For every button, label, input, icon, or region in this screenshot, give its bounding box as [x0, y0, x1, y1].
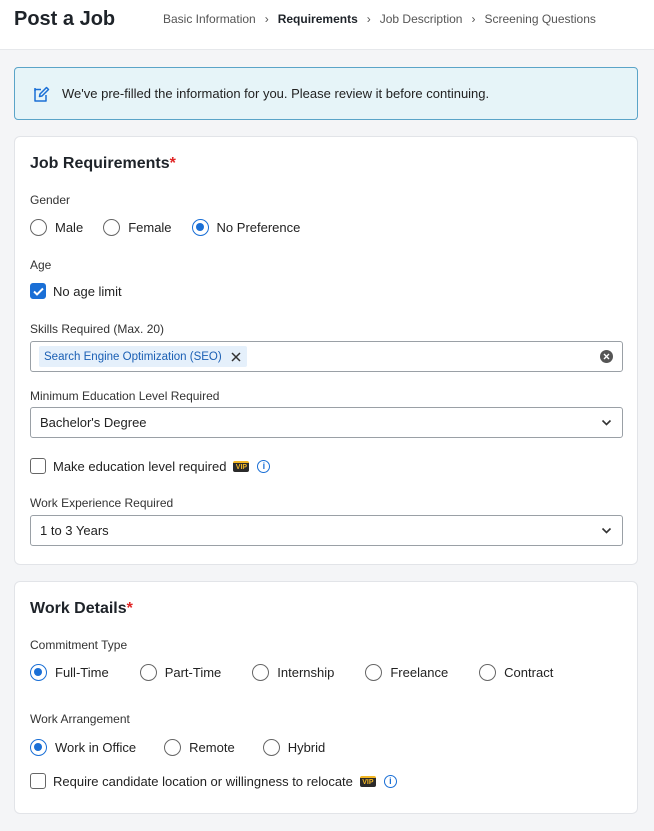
step-job-description[interactable]: Job Description [380, 12, 463, 26]
chevron-down-icon [601, 527, 612, 534]
work-arrangement-label: Work Arrangement [30, 712, 130, 726]
skill-tag: Search Engine Optimization (SEO) [39, 346, 247, 367]
vip-badge-icon: VIP [359, 775, 376, 787]
top-bar: Post a Job Basic Information › Requireme… [0, 0, 654, 50]
step-basic-information[interactable]: Basic Information [163, 12, 256, 26]
chevron-right-icon: › [471, 12, 476, 26]
education-label: Minimum Education Level Required [30, 389, 220, 403]
gender-radio-group: Male Female No Preference [30, 219, 300, 236]
gender-option-no-preference[interactable]: No Preference [191, 219, 300, 236]
education-required-checkbox[interactable]: Make education level required VIP i [30, 458, 271, 474]
education-select[interactable]: Bachelor's Degree [30, 407, 623, 438]
radio-circle[interactable] [479, 664, 497, 681]
checkbox-box[interactable] [30, 283, 46, 299]
gender-option-male[interactable]: Male [30, 219, 83, 236]
chevron-right-icon: › [366, 12, 371, 26]
relocate-checkbox[interactable]: Require candidate location or willingnes… [30, 773, 397, 789]
arrangement-option-office[interactable]: Work in Office [30, 739, 136, 756]
info-icon[interactable]: i [383, 774, 397, 788]
chevron-right-icon: › [264, 12, 269, 26]
checkbox-box[interactable] [30, 458, 46, 474]
section-title-job-requirements: Job Requirements* [30, 155, 176, 172]
radio-circle[interactable] [30, 219, 47, 236]
commitment-type-label: Commitment Type [30, 638, 128, 652]
skills-input[interactable]: Search Engine Optimization (SEO) [30, 341, 623, 372]
checkbox-box[interactable] [30, 773, 46, 789]
info-icon[interactable]: i [257, 459, 271, 473]
commitment-option-contract[interactable]: Contract [479, 664, 553, 681]
experience-label: Work Experience Required [30, 496, 174, 510]
job-requirements-card: Job Requirements* Gender Male Female No … [14, 136, 638, 565]
radio-circle[interactable] [139, 664, 157, 681]
arrangement-option-remote[interactable]: Remote [164, 739, 235, 756]
radio-circle-selected[interactable] [191, 219, 209, 236]
edit-note-icon [34, 86, 50, 102]
radio-circle[interactable] [262, 739, 280, 756]
commitment-option-internship[interactable]: Internship [252, 664, 334, 681]
vip-badge-icon: VIP [233, 460, 250, 472]
step-screening-questions[interactable]: Screening Questions [484, 12, 595, 26]
radio-circle[interactable] [365, 664, 383, 681]
no-age-limit-checkbox[interactable]: No age limit [30, 283, 122, 299]
gender-label: Gender [30, 193, 71, 207]
radio-circle[interactable] [103, 219, 121, 236]
experience-select[interactable]: 1 to 3 Years [30, 515, 623, 546]
prefill-notice-banner: We've pre-filled the information for you… [14, 67, 638, 120]
gender-option-female[interactable]: Female [103, 219, 172, 236]
clear-all-icon[interactable] [600, 350, 613, 363]
commitment-option-full-time[interactable]: Full-Time [30, 664, 109, 681]
commitment-radio-group: Full-Time Part-Time Internship Freelance… [30, 664, 553, 681]
checkmark-icon [32, 287, 44, 296]
section-title-work-details: Work Details* [30, 600, 133, 617]
step-requirements[interactable]: Requirements [278, 12, 358, 26]
work-details-card: Work Details* Commitment Type Full-Time … [14, 581, 638, 814]
radio-circle-selected[interactable] [30, 664, 47, 681]
radio-circle-selected[interactable] [30, 739, 47, 756]
breadcrumb-steps: Basic Information › Requirements › Job D… [163, 12, 596, 26]
arrangement-radio-group: Work in Office Remote Hybrid [30, 739, 325, 756]
banner-text: We've pre-filled the information for you… [62, 86, 490, 101]
remove-tag-icon[interactable] [231, 351, 241, 362]
age-label: Age [30, 258, 52, 272]
page-title: Post a Job [14, 8, 116, 30]
commitment-option-part-time[interactable]: Part-Time [139, 664, 221, 681]
skills-label: Skills Required (Max. 20) [30, 322, 165, 336]
radio-circle[interactable] [252, 664, 270, 681]
radio-circle[interactable] [164, 739, 182, 756]
arrangement-option-hybrid[interactable]: Hybrid [262, 739, 325, 756]
commitment-option-freelance[interactable]: Freelance [365, 664, 448, 681]
chevron-down-icon [601, 419, 612, 426]
